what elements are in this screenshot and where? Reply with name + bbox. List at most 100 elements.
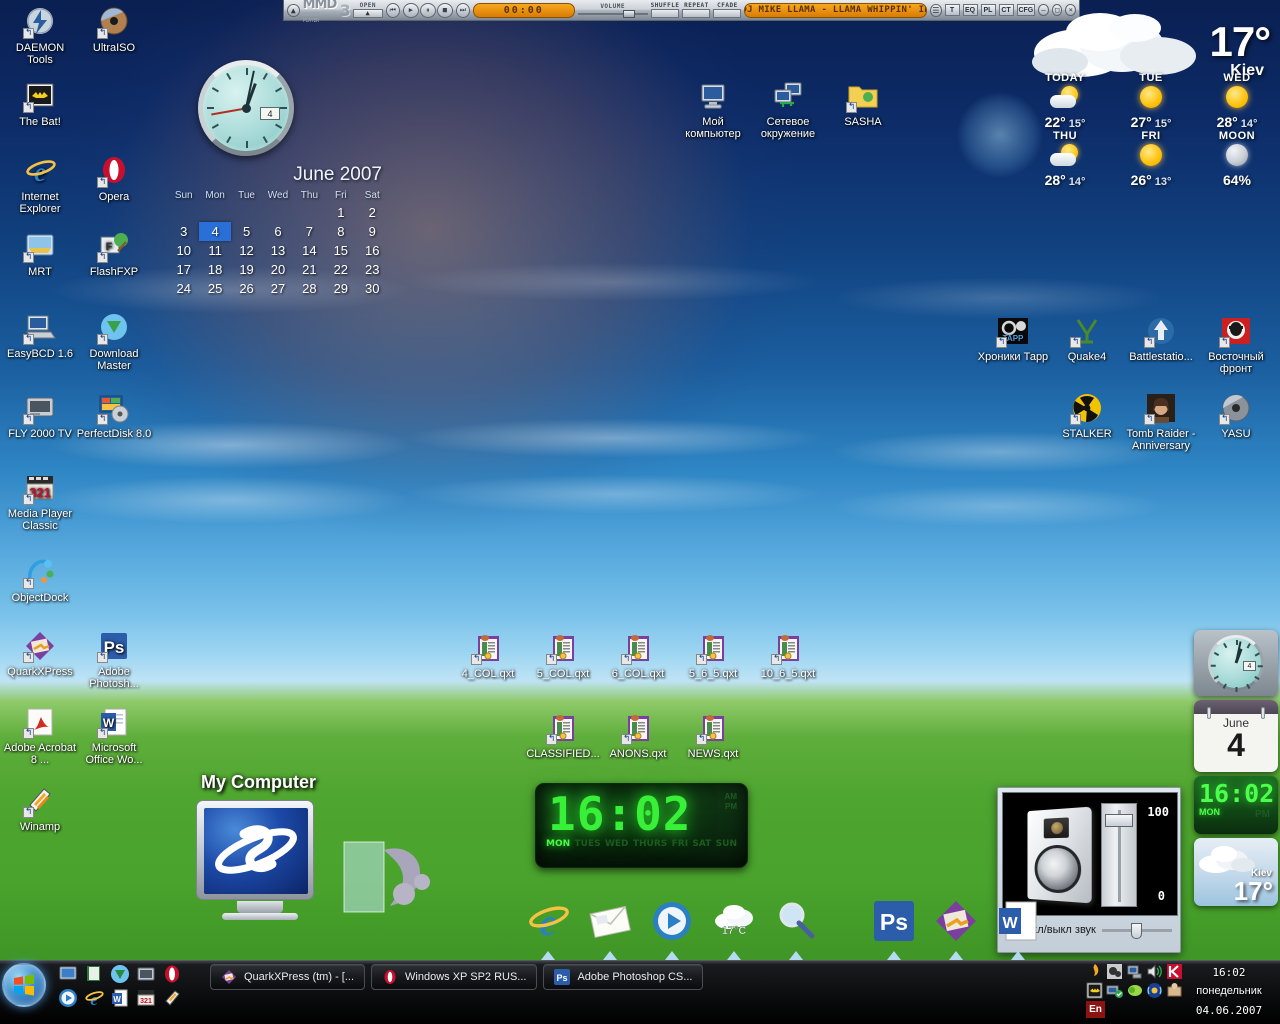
- desktop-icon-download-master[interactable]: Download Master: [76, 312, 152, 372]
- winamp-repeat-toggle[interactable]: REPEAT: [682, 2, 711, 18]
- calendar-day[interactable]: [168, 203, 199, 222]
- calendar-day[interactable]: 7: [294, 222, 325, 241]
- calendar-day[interactable]: 11: [199, 241, 230, 260]
- wireless-icon[interactable]: [1146, 982, 1163, 999]
- calendar-day[interactable]: 6: [262, 222, 293, 241]
- winamp-play-button[interactable]: ▶: [402, 2, 419, 18]
- calendar-day[interactable]: 19: [231, 260, 262, 279]
- sidebar-calendar-gadget[interactable]: June 4: [1194, 700, 1278, 772]
- desktop-icon-ultraiso[interactable]: UltraISO: [76, 6, 152, 54]
- network-status-icon[interactable]: [1106, 982, 1123, 999]
- notepad-icon[interactable]: [84, 964, 104, 984]
- calendar-day[interactable]: 13: [262, 241, 293, 260]
- winamp-next-button[interactable]: ⏭: [455, 2, 470, 18]
- calendar-day[interactable]: 5: [231, 222, 262, 241]
- dock-item-media-player[interactable]: [649, 899, 695, 960]
- dock-item-internet-explorer[interactable]: e: [525, 899, 571, 960]
- winamp-volume-slider[interactable]: [577, 9, 648, 18]
- the-bat-icon[interactable]: [1086, 982, 1103, 999]
- winamp-t-button[interactable]: T: [944, 4, 960, 16]
- calendar-day-today[interactable]: 4: [199, 222, 231, 241]
- taskbtn-quarkxpress[interactable]: QuarkXPress (tm) - [...: [210, 964, 366, 990]
- taskbtn-opera[interactable]: Windows XP SP2 RUS...: [371, 964, 538, 990]
- desktop-file-4-col[interactable]: 4_COL.qxt: [450, 632, 526, 680]
- clock-calendar-gadget[interactable]: 4 June 2007 Sun Mon Tue Wed Thu Fri Sat …: [168, 60, 388, 298]
- winamp-volume-control[interactable]: VOLUME: [577, 3, 648, 18]
- calendar-day[interactable]: 8: [325, 222, 356, 241]
- desktop-icon-quarkxpress[interactable]: QuarkXPress: [2, 630, 78, 678]
- calendar-day[interactable]: 23: [357, 260, 388, 279]
- winamp-stop-button[interactable]: ■: [436, 2, 453, 18]
- volume-slider-knob[interactable]: [1105, 814, 1133, 827]
- user-account-icon[interactable]: [1166, 982, 1183, 999]
- desktop-file-10-6-5[interactable]: 10_6_5.qxt: [750, 632, 826, 680]
- calendar-day[interactable]: 17: [168, 260, 199, 279]
- dock-item-search[interactable]: [773, 899, 819, 960]
- objectdock-bar[interactable]: e 17°C Ps W: [525, 893, 1041, 960]
- winamp-crossfade-box[interactable]: [713, 9, 742, 18]
- desktop-icon-battlestations[interactable]: Battlestatio...: [1123, 315, 1199, 363]
- desktop-file-news[interactable]: NEWS.qxt: [675, 712, 751, 760]
- calendar-day[interactable]: 12: [231, 241, 262, 260]
- balance-slider[interactable]: [1101, 923, 1172, 939]
- desktop-file-anons[interactable]: ANONS.qxt: [600, 712, 676, 760]
- winamp-repeat-box[interactable]: [682, 9, 711, 18]
- desktop-icon-objectdock[interactable]: ObjectDock: [2, 556, 78, 604]
- sidebar-gadgets[interactable]: 4 June 4 16:02 MON PM Kiev 17°: [1194, 630, 1278, 906]
- calendar-table[interactable]: Sun Mon Tue Wed Thu Fri Sat 1 2 3 4 5 6 …: [168, 188, 388, 298]
- volume-icon[interactable]: [1146, 963, 1163, 980]
- calendar-day[interactable]: 28: [294, 279, 325, 298]
- balance-slider-knob[interactable]: [1131, 923, 1143, 939]
- desktop-icon-quake4[interactable]: Quake4: [1049, 315, 1125, 363]
- winamp-prev-button[interactable]: ⏮: [385, 2, 400, 18]
- winamp-pause-button[interactable]: ⏸: [419, 2, 436, 18]
- desktop-icon-network-neighborhood[interactable]: Сетевое окружение: [750, 80, 826, 140]
- language-indicator[interactable]: En: [1086, 1001, 1105, 1018]
- calendar-day[interactable]: [231, 203, 262, 222]
- desktop-file-classified[interactable]: CLASSIFIED...: [525, 712, 601, 760]
- desktop-icon-internet-explorer[interactable]: e Internet Explorer: [2, 155, 78, 215]
- winamp-icon[interactable]: [162, 988, 182, 1008]
- media-player-classic-icon[interactable]: 321: [136, 988, 156, 1008]
- calendar-day[interactable]: 30: [357, 279, 388, 298]
- winamp-crossfade-toggle[interactable]: CFADE: [713, 2, 742, 18]
- taskbar[interactable]: e W 321 QuarkXPress (tm) - [... Windows …: [0, 960, 1280, 1024]
- winamp-menu-icon[interactable]: ▲: [287, 3, 300, 17]
- calendar-day[interactable]: 3: [168, 222, 199, 241]
- calendar-day[interactable]: 9: [357, 222, 388, 241]
- desktop-icon-my-computer[interactable]: Мой компьютер: [675, 80, 751, 140]
- desktop[interactable]: ▲ MMD WINAMP-PLAYER 3 OPEN ▲ ⏮ ▶ ⏸ ■ ⏭ 0…: [0, 0, 1280, 1024]
- desktop-file-5-col[interactable]: 5_COL.qxt: [525, 632, 601, 680]
- calendar-day[interactable]: 18: [199, 260, 230, 279]
- winamp-shuffle-box[interactable]: [651, 9, 680, 18]
- desktop-icon-flashfxp[interactable]: F FlashFXP: [76, 230, 152, 278]
- calendar-day[interactable]: 2: [357, 203, 388, 222]
- desktop-file-6-col[interactable]: 6_COL.qxt: [600, 632, 676, 680]
- calendar-day[interactable]: 24: [168, 279, 199, 298]
- quick-launch-bar[interactable]: e W 321: [58, 964, 198, 1008]
- calendar-day[interactable]: 29: [325, 279, 356, 298]
- taskbtn-photoshop[interactable]: Ps Adobe Photoshop CS...: [543, 964, 704, 990]
- weather-gadget[interactable]: 17° Kiev TODAY 22° 15° TUE 27° 15° WED 2…: [1022, 0, 1280, 198]
- winamp-volume-knob[interactable]: [622, 9, 635, 18]
- winamp-eject-button[interactable]: ▲: [352, 9, 383, 18]
- winamp-playlist-icon[interactable]: ☰: [930, 3, 942, 17]
- network-icon[interactable]: [1126, 963, 1143, 980]
- desktop-file-5-6-5[interactable]: 5_6_5.qxt: [675, 632, 751, 680]
- download-master-icon[interactable]: [110, 964, 130, 984]
- calendar-day[interactable]: 27: [262, 279, 293, 298]
- dock-item-mail[interactable]: [587, 899, 633, 960]
- kaspersky-icon[interactable]: [1166, 963, 1183, 980]
- calendar-day[interactable]: 22: [325, 260, 356, 279]
- desktop-icon-easybcd[interactable]: EasyBCD 1.6: [2, 312, 78, 360]
- desktop-icon-opera[interactable]: Opera: [76, 155, 152, 203]
- tv-tuner-icon[interactable]: [136, 964, 156, 984]
- calendar-day[interactable]: 15: [325, 241, 356, 260]
- dock-item-weather[interactable]: 17°C: [711, 899, 757, 960]
- taskbar-buttons[interactable]: QuarkXPress (tm) - [... Windows XP SP2 R…: [210, 964, 704, 990]
- winamp-ct-button[interactable]: CT: [998, 4, 1014, 16]
- calendar-day[interactable]: [199, 203, 230, 222]
- desktop-icon-media-player-classic[interactable]: 321 Media Player Classic: [2, 472, 78, 532]
- calendar-day[interactable]: 10: [168, 241, 199, 260]
- digital-clock-gadget[interactable]: AM PM 16:02 MON TUES WED THURS FRI SAT S…: [535, 783, 748, 868]
